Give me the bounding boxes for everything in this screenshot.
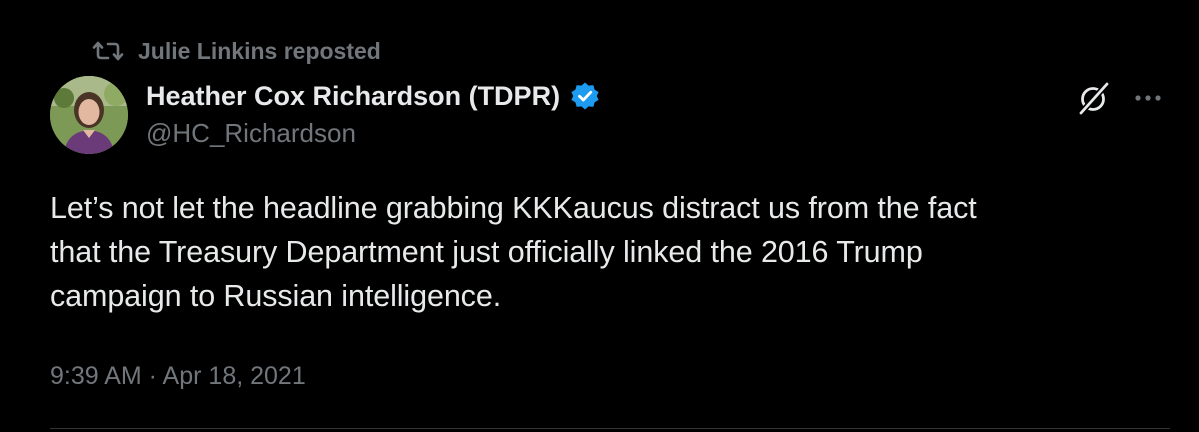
tweet-timestamp[interactable]: 9:39 AM · Apr 18, 2021 <box>50 362 306 391</box>
divider <box>50 428 1170 429</box>
verified-badge-icon[interactable] <box>570 81 600 111</box>
author-handle[interactable]: @HC_Richardson <box>146 118 356 149</box>
repost-indicator[interactable]: Julie Linkins reposted <box>92 36 381 66</box>
author-name-row[interactable]: Heather Cox Richardson (TDPR) <box>146 78 600 114</box>
avatar[interactable] <box>50 76 128 154</box>
more-options-icon[interactable] <box>1130 84 1166 112</box>
tweet-text-line: Let’s not let the headline grabbing KKKa… <box>50 191 977 225</box>
tweet-text: Let’s not let the headline grabbing KKKa… <box>50 186 1160 318</box>
tweet-text-line: campaign to Russian intelligence. <box>50 279 502 313</box>
tweet-view: Julie Linkins reposted Heather Cox Richa… <box>0 0 1199 432</box>
tweet-text-line: that the Treasury Department just offici… <box>50 235 923 269</box>
repost-icon <box>92 39 124 63</box>
grok-icon[interactable] <box>1076 80 1112 116</box>
repost-label[interactable]: Julie Linkins reposted <box>138 38 381 65</box>
author-display-name[interactable]: Heather Cox Richardson (TDPR) <box>146 81 560 112</box>
